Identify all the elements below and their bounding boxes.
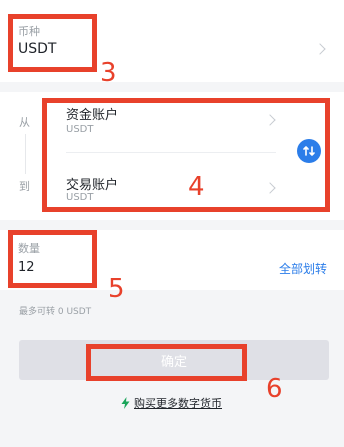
annotation-number-3: 3: [100, 58, 117, 88]
annotation-box-confirm: [86, 344, 247, 381]
buy-more-text: 购买更多数字货币: [134, 397, 222, 410]
annotation-box-accounts: [42, 98, 330, 212]
lightning-icon: [121, 397, 130, 409]
chevron-right-icon: [314, 43, 326, 55]
to-label: 到: [19, 180, 30, 193]
from-label: 从: [19, 116, 30, 129]
divider-vertical: [25, 134, 26, 174]
annotation-number-5: 5: [108, 274, 125, 304]
buy-more-link[interactable]: 购买更多数字货币: [121, 395, 222, 411]
annotation-box-currency: [8, 14, 97, 72]
max-transfer-hint: 最多可转 0 USDT: [19, 307, 92, 317]
transfer-all-link[interactable]: 全部划转: [279, 260, 327, 277]
annotation-number-6: 6: [266, 374, 283, 404]
annotation-box-amount: [8, 230, 97, 288]
annotation-number-4: 4: [188, 172, 205, 202]
